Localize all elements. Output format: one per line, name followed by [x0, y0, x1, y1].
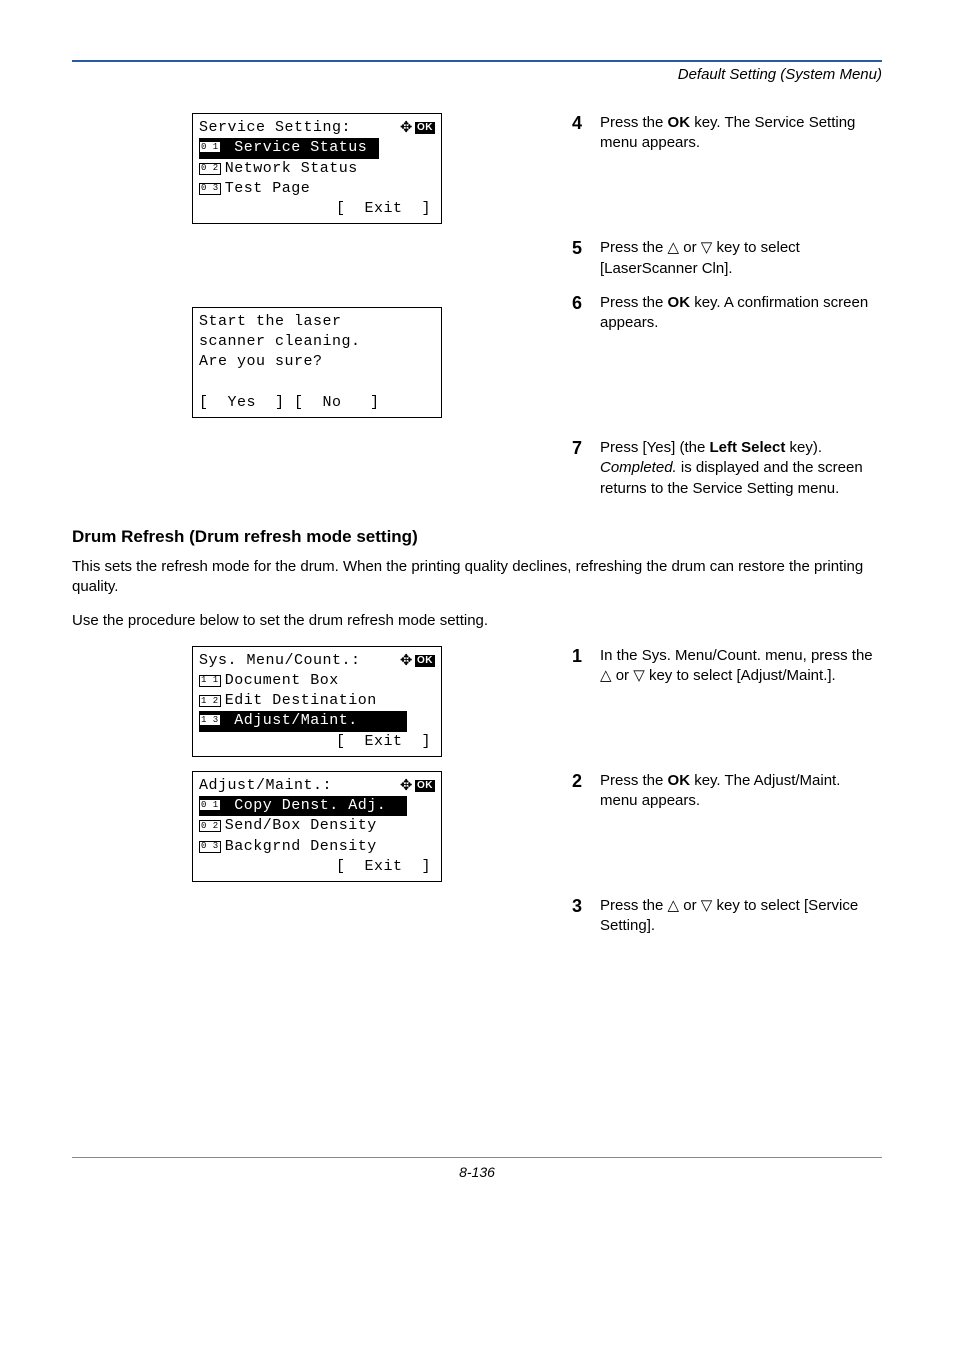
lcd-service-setting: Service Setting: ✥ OK 0 1 Service Status…: [192, 113, 442, 224]
step-4-number: 4: [572, 113, 600, 134]
step-1b-number: 1: [572, 646, 600, 667]
step-5-number: 5: [572, 238, 600, 259]
nav-ok-icon: ✥ OK: [400, 776, 435, 796]
page-header: Default Setting (System Menu): [72, 66, 882, 83]
up-icon: △: [668, 239, 680, 256]
step-2b-number: 2: [572, 771, 600, 792]
step-4-text: Press the OK key. The Service Setting me…: [600, 113, 882, 154]
step-3b-text: Press the △ or ▽ key to select [Service …: [600, 896, 882, 937]
lcd-adjust-maint: Adjust/Maint.: ✥ OK 0 1 Copy Denst. Adj.…: [192, 771, 442, 882]
lcd-sys-menu: Sys. Menu/Count.: ✥ OK 1 1Document Box 1…: [192, 646, 442, 757]
step-7-number: 7: [572, 438, 600, 459]
drum-refresh-p1: This sets the refresh mode for the drum.…: [72, 557, 882, 598]
lcd3-title: Sys. Menu/Count.:: [199, 651, 361, 671]
drum-refresh-heading: Drum Refresh (Drum refresh mode setting): [72, 527, 882, 547]
down-icon: ▽: [701, 897, 713, 914]
nav-ok-icon: ✥ OK: [400, 118, 435, 138]
step-2b-text: Press the OK key. The Adjust/Maint. menu…: [600, 771, 882, 812]
step-6-number: 6: [572, 293, 600, 314]
drum-refresh-p2: Use the procedure below to set the drum …: [72, 611, 882, 631]
step-7-text: Press [Yes] (the Left Select key). Compl…: [600, 438, 882, 499]
nav-ok-icon: ✥ OK: [400, 651, 435, 671]
down-icon: ▽: [701, 239, 713, 256]
step-1b-text: In the Sys. Menu/Count. menu, press the …: [600, 646, 882, 687]
up-icon: △: [668, 897, 680, 914]
page-number: 8-136: [72, 1157, 882, 1180]
lcd4-title: Adjust/Maint.:: [199, 776, 332, 796]
lcd-confirm: Start the laser scanner cleaning. Are yo…: [192, 307, 442, 418]
lcd1-title: Service Setting:: [199, 118, 351, 138]
step-3b-number: 3: [572, 896, 600, 917]
step-6-text: Press the OK key. A confirmation screen …: [600, 293, 882, 334]
up-icon: △: [600, 667, 612, 684]
down-icon: ▽: [633, 667, 645, 684]
step-5-text: Press the △ or ▽ key to select [LaserSca…: [600, 238, 882, 279]
